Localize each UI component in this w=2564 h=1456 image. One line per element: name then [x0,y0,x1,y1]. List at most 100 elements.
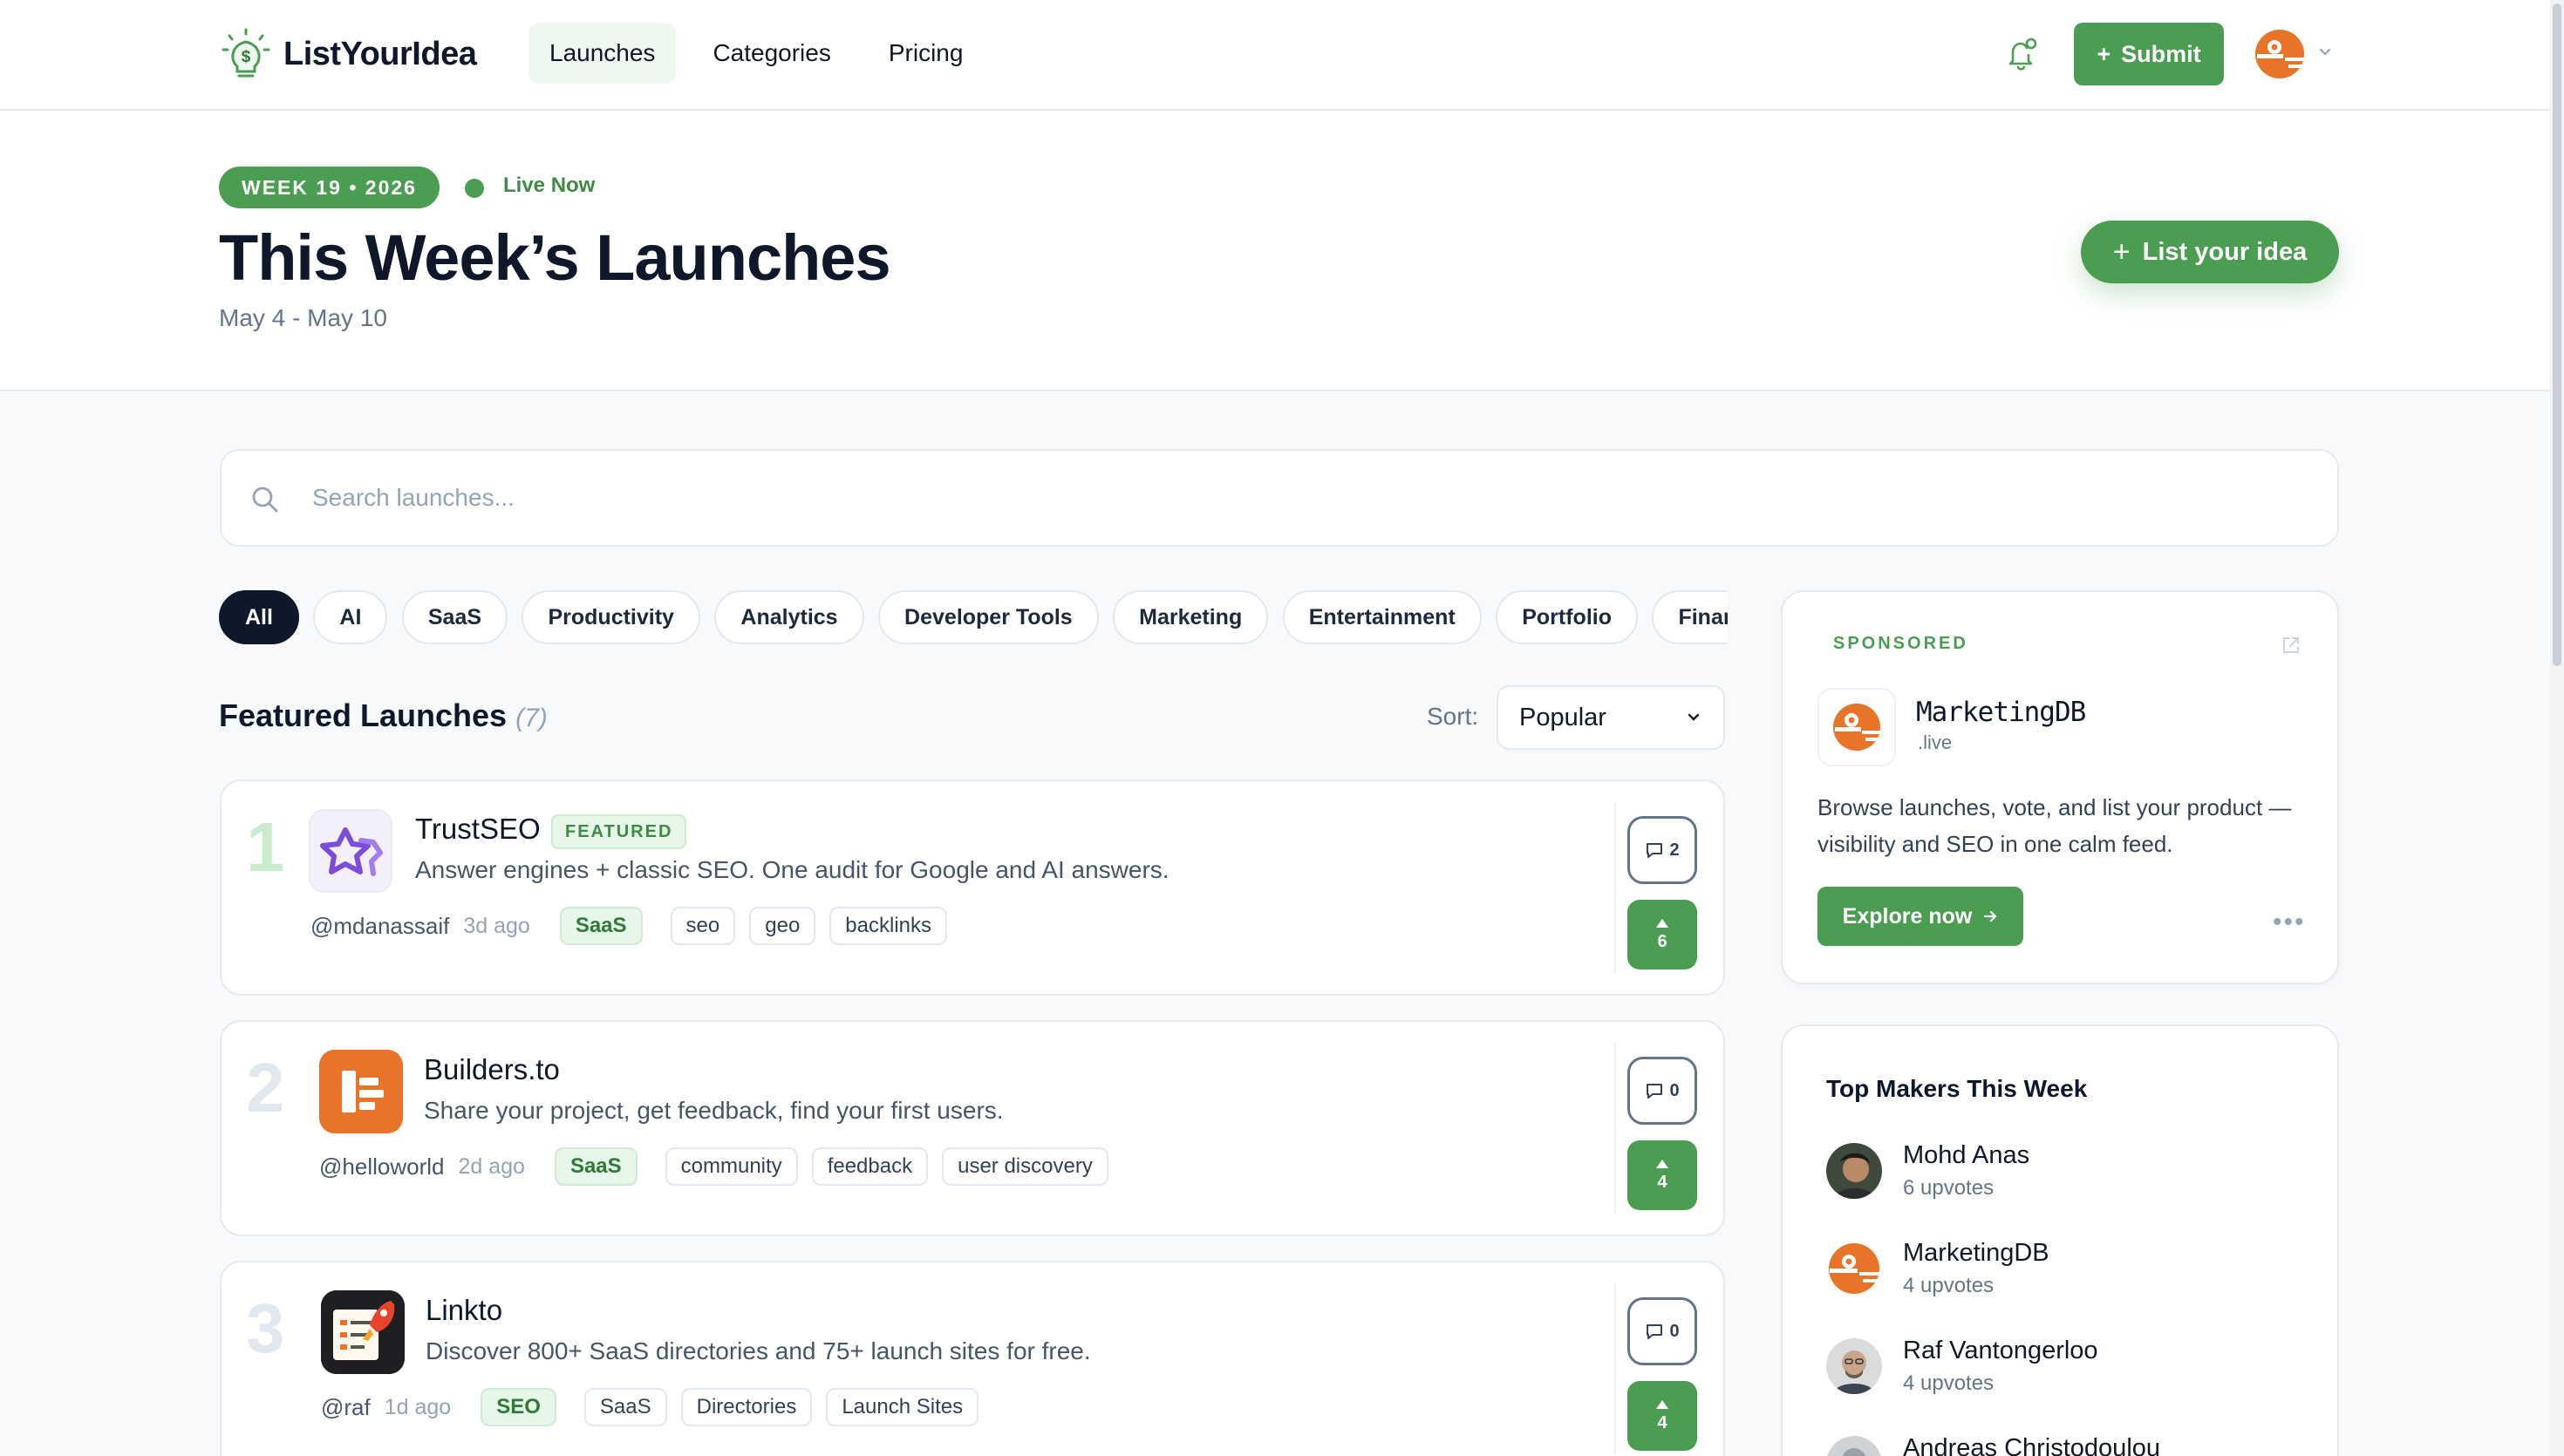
comment-count: 2 [1669,840,1680,860]
product-logo [319,1050,403,1133]
chip-finance[interactable]: Finance [1652,590,1728,644]
upvote-arrow-icon [1656,1159,1668,1168]
upvote-button[interactable]: 4 [1627,1140,1697,1210]
search-bar [220,449,2339,547]
maker-item[interactable]: Raf Vantongerloo 4 upvotes [1826,1335,2315,1396]
vote-count: 6 [1657,931,1667,951]
user-avatar[interactable] [2254,28,2306,80]
sponsor-description: Browse launches, vote, and list your pro… [1817,794,2292,857]
rocket-checklist-icon [321,1290,405,1374]
submit-button[interactable]: + Submit [2074,23,2224,85]
maker-upvotes: 4 upvotes [1903,1371,1995,1395]
tag[interactable]: SaaS [583,1388,667,1426]
explore-now-button[interactable]: Explore now [1817,887,2023,946]
maker-handle[interactable]: @helloworld [319,1153,444,1180]
vote-count: 4 [1657,1412,1667,1432]
tag[interactable]: user discovery [942,1147,1108,1186]
launch-card[interactable]: 1 TrustSEO FEATURED Answer engines + cla… [220,779,1725,996]
product-logo [309,809,392,893]
maker-item[interactable]: Andreas Christodoulou [1826,1432,2315,1456]
chip-portfolio[interactable]: Portfolio [1496,590,1638,644]
tag[interactable]: geo [749,907,816,945]
maker-name: Raf Vantongerloo [1903,1337,2098,1364]
marketingdb-logo-icon [1833,704,1883,751]
category-tag[interactable]: SaaS [559,907,643,945]
chip-marketing[interactable]: Marketing [1113,590,1269,644]
launch-card[interactable]: 3 Linkto Discover 800+ SaaS directories … [220,1261,1725,1456]
product-name[interactable]: Linkto [426,1294,502,1327]
comment-button[interactable]: 0 [1627,1297,1697,1365]
person-photo-icon [1826,1143,1882,1199]
category-tag[interactable]: SaaS [554,1147,638,1186]
page-scrollbar[interactable] [2550,0,2564,1456]
person-photo-icon [1826,1436,1882,1456]
comment-button[interactable]: 0 [1627,1057,1697,1125]
maker-name: Mohd Anas [1903,1141,2030,1169]
sponsored-card: SPONSORED MarketingDB .live Browse launc… [1781,590,2339,984]
maker-handle[interactable]: @raf [321,1394,371,1421]
tag[interactable]: feedback [811,1147,929,1186]
bell-icon[interactable] [2002,35,2041,73]
comment-icon [1647,843,1663,858]
maker-handle[interactable]: @mdanassaif [310,913,449,940]
chip-saas[interactable]: SaaS [401,590,508,644]
explore-now-label: Explore now [1842,903,1973,929]
search-icon [252,486,278,513]
comment-button[interactable]: 2 [1627,816,1697,884]
nav-pricing[interactable]: Pricing [868,23,985,84]
nav-categories[interactable]: Categories [692,23,851,84]
comment-count: 0 [1669,1321,1680,1341]
comment-icon [1647,1324,1663,1339]
list-your-idea-button[interactable]: + List your idea [2081,221,2339,283]
maker-avatar [1826,1338,1882,1394]
product-description: Answer engines + classic SEO. One audit … [415,856,1169,883]
upvote-button[interactable]: 6 [1627,900,1697,970]
chip-all[interactable]: All [219,590,299,644]
tag[interactable]: backlinks [829,907,948,945]
maker-item[interactable]: MarketingDB 4 upvotes [1826,1237,2315,1298]
sponsor-domain: .live [1918,731,1953,753]
upvote-button[interactable]: 4 [1627,1381,1697,1451]
featured-launches-heading: Featured Launches (7) [219,697,548,734]
external-link-icon[interactable] [2280,634,2302,657]
sort-selected-value: Popular [1519,703,1606,731]
launch-rank: 2 [246,1049,285,1126]
sponsor-name[interactable]: MarketingDB [1916,697,2086,728]
chip-ai[interactable]: AI [313,590,388,644]
maker-item[interactable]: Mohd Anas 6 upvotes [1826,1140,2315,1201]
vote-count: 4 [1657,1172,1667,1192]
tag[interactable]: Launch Sites [826,1388,979,1426]
brand-name: ListYourIdea [283,35,477,72]
launch-time: 2d ago [458,1153,525,1179]
tag[interactable]: Directories [680,1388,813,1426]
maker-upvotes: 6 upvotes [1903,1176,1995,1200]
featured-badge: FEATURED [551,814,687,849]
category-tag[interactable]: SEO [481,1388,556,1426]
star-logo-icon [320,827,383,876]
nav-launches[interactable]: Launches [528,23,677,84]
more-horizontal-icon[interactable]: ••• [2273,908,2306,937]
tag[interactable]: seo [670,907,736,945]
chip-developer-tools[interactable]: Developer Tools [878,590,1099,644]
sort-dropdown[interactable]: Popular [1497,685,1725,750]
marketingdb-logo-icon [1826,1241,1882,1296]
chip-entertainment[interactable]: Entertainment [1282,590,1482,644]
list-your-idea-label: List your idea [2142,237,2308,266]
brand-home-link[interactable]: $ ListYourIdea [221,26,477,82]
chip-analytics[interactable]: Analytics [714,590,864,644]
product-name[interactable]: Builders.to [424,1053,560,1086]
maker-name: Andreas Christodoulou [1903,1434,2161,1456]
product-description: Discover 800+ SaaS directories and 75+ l… [426,1337,1091,1364]
chevron-down-icon [1688,713,1700,721]
launch-card[interactable]: 2 Builders.to Share your project, get fe… [220,1020,1725,1236]
chevron-down-icon[interactable] [2316,44,2334,61]
product-name[interactable]: TrustSEO [415,813,541,846]
live-indicator-dot [465,179,484,198]
card-divider [1614,1043,1616,1214]
search-input[interactable] [312,451,2231,545]
scrollbar-thumb[interactable] [2553,3,2561,666]
plus-icon: + [2112,235,2131,269]
chip-productivity[interactable]: Productivity [522,590,700,644]
svg-text:$: $ [242,48,251,66]
tag[interactable]: community [665,1147,798,1186]
